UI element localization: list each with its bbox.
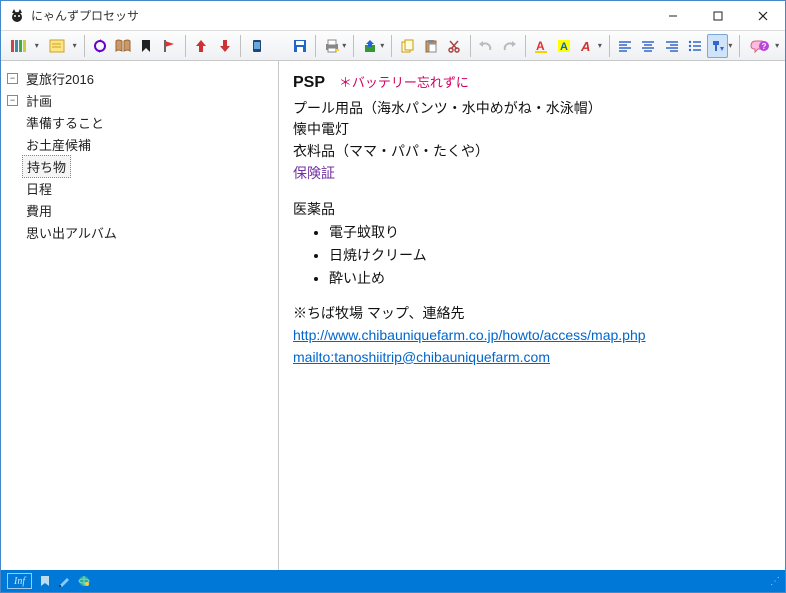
book-open-icon[interactable] — [113, 34, 134, 58]
dropdown-icon[interactable]: ▾ — [35, 41, 41, 50]
bullet-list: 電子蚊取り 日焼けクリーム 酔い止め — [329, 222, 771, 289]
svg-text:A: A — [560, 41, 568, 53]
bookmark-icon[interactable] — [136, 34, 157, 58]
books-icon[interactable] — [5, 34, 35, 58]
tree-label: 思い出アルバム — [22, 222, 121, 243]
maximize-button[interactable] — [695, 1, 740, 30]
separator — [470, 35, 471, 57]
cut-icon[interactable] — [443, 34, 464, 58]
align-center-icon[interactable] — [638, 34, 659, 58]
tree-label: 費用 — [22, 200, 56, 221]
dropdown-icon[interactable]: ▾ — [342, 41, 348, 50]
list-item: 酔い止め — [329, 268, 771, 290]
tree-label: お土産候補 — [22, 134, 95, 155]
separator — [84, 35, 85, 57]
import-icon[interactable] — [359, 34, 380, 58]
save-icon[interactable] — [289, 34, 310, 58]
text-line: 懐中電灯 — [293, 119, 771, 141]
separator — [609, 35, 610, 57]
arrow-down-icon[interactable] — [214, 34, 235, 58]
paste-icon[interactable] — [420, 34, 441, 58]
separator — [240, 35, 241, 57]
toolbar: ▾ ▾ ▾ ▾ A A A ▾ ▾ ? ▾ — [1, 31, 785, 61]
collapse-icon[interactable]: − — [7, 95, 18, 106]
list-item: 電子蚊取り — [329, 222, 771, 244]
highlight-icon[interactable]: A — [554, 34, 575, 58]
help-icon[interactable]: ? — [745, 34, 775, 58]
status-pen-icon[interactable] — [58, 575, 70, 587]
tree-label: 日程 — [22, 178, 56, 199]
svg-text:?: ? — [762, 42, 767, 51]
tree-node[interactable]: 費用 — [5, 199, 274, 221]
text-purple: 保険証 — [293, 163, 771, 185]
undo-icon[interactable] — [475, 34, 496, 58]
copy-icon[interactable] — [397, 34, 418, 58]
tree-label: 準備すること — [22, 112, 108, 133]
text-note: ※ちば牧場 マップ、連絡先 — [293, 303, 771, 325]
tree-node[interactable]: 思い出アルバム — [5, 221, 274, 243]
tree-node-plan[interactable]: − 計画 — [5, 89, 274, 111]
minimize-button[interactable] — [650, 1, 695, 30]
app-icon — [9, 8, 25, 24]
tree-root[interactable]: − 夏旅行2016 — [5, 67, 274, 89]
format-icon[interactable] — [707, 34, 728, 58]
tree-node[interactable]: 準備すること — [5, 111, 274, 133]
tree-label: 夏旅行2016 — [22, 68, 98, 89]
resize-grip-icon[interactable]: ⋰ — [770, 576, 779, 587]
link-mailto[interactable]: mailto:tanoshiitrip@chibauniquefarm.com — [293, 349, 550, 365]
dropdown-icon[interactable]: ▾ — [598, 41, 604, 50]
statusbar: Inf ⋰ — [1, 570, 785, 592]
list-icon[interactable] — [684, 34, 705, 58]
font-style-icon[interactable]: A — [577, 34, 598, 58]
main-area: − 夏旅行2016 − 計画 準備すること お土産候補 持ち物 日程 費用 — [1, 61, 785, 570]
tree-node[interactable]: お土産候補 — [5, 133, 274, 155]
dropdown-icon[interactable]: ▾ — [728, 41, 734, 50]
status-bookmark-icon[interactable] — [40, 575, 50, 587]
separator — [739, 35, 740, 57]
list-item: 日焼けクリーム — [329, 245, 771, 267]
text-warning: ＊バッテリー忘れずに — [339, 75, 469, 90]
tree-panel[interactable]: − 夏旅行2016 − 計画 準備すること お土産候補 持ち物 日程 費用 — [1, 61, 279, 570]
tree-node-selected[interactable]: 持ち物 — [5, 155, 274, 177]
dropdown-icon[interactable]: ▾ — [73, 41, 79, 50]
sync-icon[interactable] — [90, 34, 111, 58]
tree-label: 持ち物 — [22, 155, 71, 178]
font-color-icon[interactable]: A — [531, 34, 552, 58]
text-bold: PSP — [293, 74, 325, 91]
svg-text:A: A — [536, 39, 545, 53]
close-button[interactable] — [740, 1, 785, 30]
note-icon[interactable] — [43, 34, 73, 58]
dropdown-icon[interactable]: ▾ — [775, 41, 781, 50]
status-inf[interactable]: Inf — [7, 573, 32, 589]
redo-icon[interactable] — [499, 34, 520, 58]
align-right-icon[interactable] — [661, 34, 682, 58]
window-title: にゃんずプロセッサ — [31, 7, 650, 24]
print-icon[interactable] — [321, 34, 342, 58]
text-heading: 医薬品 — [293, 199, 771, 221]
status-globe-icon[interactable] — [78, 575, 90, 587]
separator — [353, 35, 354, 57]
device-icon[interactable] — [246, 34, 267, 58]
svg-text:A: A — [580, 39, 590, 53]
separator — [315, 35, 316, 57]
text-line: 衣料品（ママ・パパ・たくや） — [293, 141, 771, 163]
editor-content[interactable]: PSP ＊バッテリー忘れずに プール用品（海水パンツ・水中めがね・水泳帽） 懐中… — [279, 61, 785, 570]
link-url[interactable]: http://www.chibauniquefarm.co.jp/howto/a… — [293, 327, 646, 343]
separator — [525, 35, 526, 57]
collapse-icon[interactable]: − — [7, 73, 18, 84]
align-left-icon[interactable] — [615, 34, 636, 58]
separator — [391, 35, 392, 57]
tree-label: 計画 — [22, 90, 56, 111]
dropdown-icon[interactable]: ▾ — [380, 41, 386, 50]
tree-node[interactable]: 日程 — [5, 177, 274, 199]
flag-icon[interactable] — [159, 34, 180, 58]
text-line: プール用品（海水パンツ・水中めがね・水泳帽） — [293, 98, 771, 120]
titlebar: にゃんずプロセッサ — [1, 1, 785, 31]
arrow-up-icon[interactable] — [191, 34, 212, 58]
separator — [185, 35, 186, 57]
